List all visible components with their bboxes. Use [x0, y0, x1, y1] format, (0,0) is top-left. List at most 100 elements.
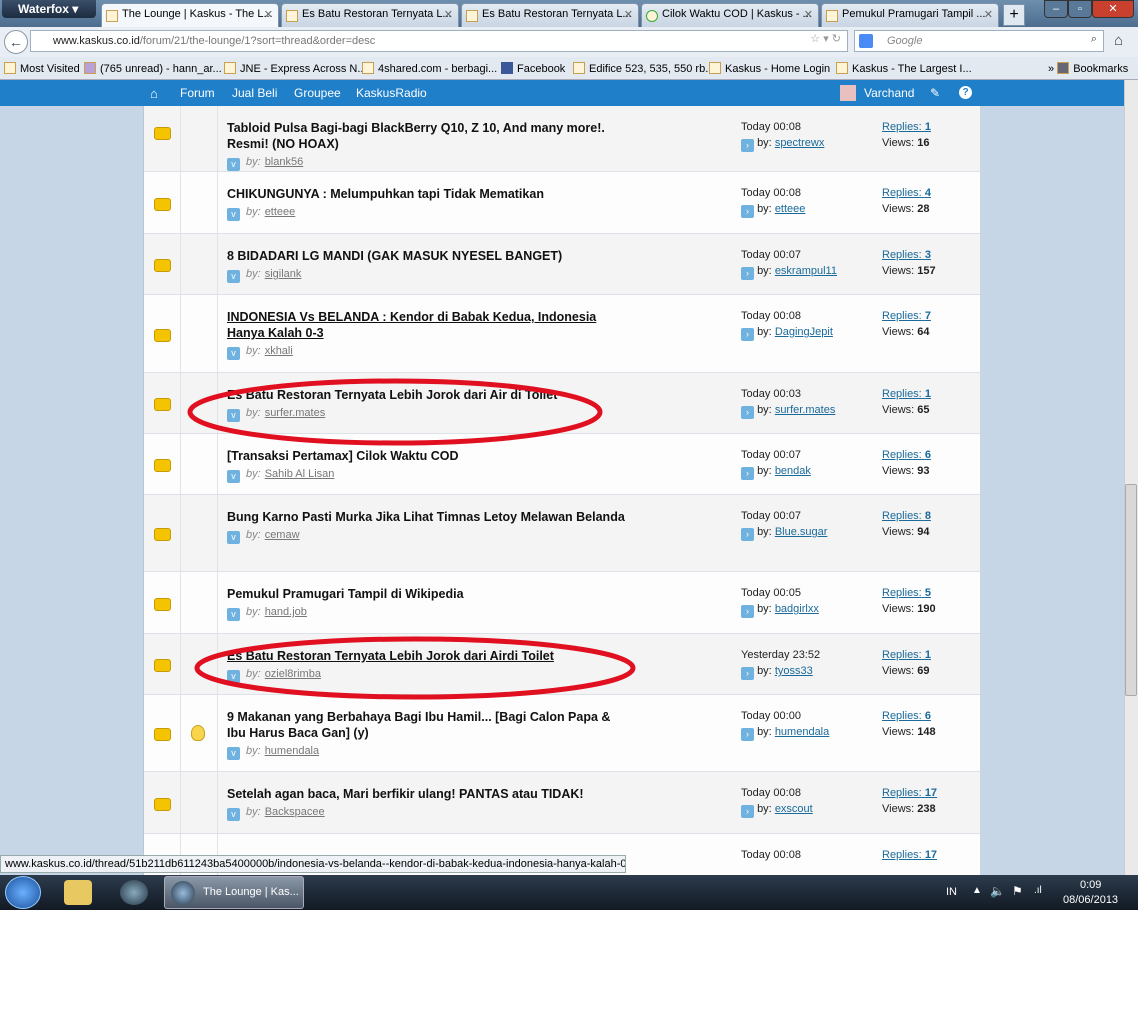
tab-the-lounge[interactable]: The Lounge | Kaskus - The L... ✕	[101, 3, 279, 27]
nav-kaskusradio[interactable]: KaskusRadio	[356, 86, 427, 100]
taskbar-window-the-lounge[interactable]: The Lounge | Kas...	[164, 876, 304, 909]
last-poster-link[interactable]: tyoss33	[775, 665, 813, 677]
bookmark-most-visited[interactable]: Most Visited	[4, 62, 80, 75]
replies-link[interactable]: Replies: 6	[882, 449, 931, 461]
close-tab-icon[interactable]: ✕	[984, 8, 993, 21]
author-link[interactable]: Backspacee	[265, 806, 325, 818]
replies-link[interactable]: Replies: 6	[882, 710, 931, 722]
back-button[interactable]: ←	[4, 30, 28, 54]
last-poster-link[interactable]: exscout	[775, 803, 813, 815]
last-poster-link[interactable]: etteee	[775, 203, 806, 215]
thread-title-link[interactable]: Bung Karno Pasti Murka Jika Lihat Timnas…	[227, 509, 627, 525]
thread-title-link[interactable]: Tabloid Pulsa Bagi-bagi BlackBerry Q10, …	[227, 120, 627, 152]
url-bar[interactable]: www.kaskus.co.id/forum/21/the-lounge/1?s…	[30, 30, 848, 52]
search-icon[interactable]: ⌕	[1091, 33, 1097, 46]
nav-forum[interactable]: Forum	[180, 86, 215, 100]
last-poster-link[interactable]: Blue.sugar	[775, 526, 828, 538]
replies-link[interactable]: Replies: 1	[882, 388, 931, 400]
replies-link[interactable]: Replies: 3	[882, 249, 931, 261]
author-link[interactable]: hand.job	[265, 606, 307, 618]
go-to-post-icon[interactable]: ›	[741, 328, 754, 341]
replies-link[interactable]: Replies: 5	[882, 587, 931, 599]
close-tab-icon[interactable]: ✕	[264, 8, 273, 21]
author-link[interactable]: humendala	[265, 745, 319, 757]
search-input[interactable]: Google ⌕	[854, 30, 1104, 52]
author-link[interactable]: sigilank	[265, 268, 302, 280]
close-tab-icon[interactable]: ✕	[804, 8, 813, 21]
action-center-flag-icon[interactable]: ⚑	[1012, 884, 1023, 898]
tab-cilok[interactable]: Cilok Waktu COD | Kaskus - ... ✕	[641, 3, 819, 27]
user-name[interactable]: Varchand	[864, 86, 914, 100]
thread-title-link[interactable]: Es Batu Restoran Ternyata Lebih Jorok da…	[227, 648, 627, 664]
app-menu-button[interactable]: Waterfox ▾	[2, 0, 96, 18]
last-poster-link[interactable]: humendala	[775, 726, 829, 738]
waterfox-icon[interactable]	[120, 880, 148, 905]
explorer-icon[interactable]	[64, 880, 92, 905]
bookmark-mail[interactable]: (765 unread) - hann_ar...	[84, 62, 222, 75]
show-hidden-icons[interactable]: ▲	[972, 885, 982, 896]
last-poster-link[interactable]: badgirlxx	[775, 603, 819, 615]
expand-icon[interactable]: v	[227, 531, 240, 544]
author-link[interactable]: cemaw	[265, 529, 300, 541]
go-to-post-icon[interactable]: ›	[741, 205, 754, 218]
start-button[interactable]	[5, 876, 41, 909]
replies-link[interactable]: Replies: 17	[882, 787, 937, 799]
replies-link[interactable]: Replies: 1	[882, 649, 931, 661]
bookmark-jne[interactable]: JNE - Express Across N...	[224, 62, 367, 75]
tab-pemukul[interactable]: Pemukul Pramugari Tampil ... ✕	[821, 3, 999, 27]
expand-icon[interactable]: v	[227, 158, 240, 171]
bookmark-edifice[interactable]: Edifice 523, 535, 550 rb...	[573, 62, 714, 75]
minimize-button[interactable]: –	[1044, 0, 1068, 18]
bookmark-kaskus-largest[interactable]: Kaskus - The Largest I...	[836, 62, 972, 75]
thread-title-link[interactable]: INDONESIA Vs BELANDA : Kendor di Babak K…	[227, 309, 627, 341]
expand-icon[interactable]: v	[227, 347, 240, 360]
expand-icon[interactable]: v	[227, 747, 240, 760]
last-poster-link[interactable]: eskrampul11	[775, 265, 837, 277]
user-avatar[interactable]	[840, 85, 856, 101]
expand-icon[interactable]: v	[227, 270, 240, 283]
close-tab-icon[interactable]: ✕	[444, 8, 453, 21]
volume-icon[interactable]: 🔈	[990, 884, 1005, 898]
last-poster-link[interactable]: spectrewx	[775, 137, 825, 149]
thread-title-link[interactable]: CHIKUNGUNYA : Melumpuhkan tapi Tidak Mem…	[227, 186, 627, 202]
go-to-post-icon[interactable]: ›	[741, 406, 754, 419]
clock-date[interactable]: 08/06/2013	[1063, 894, 1118, 906]
thread-title-link[interactable]: Setelah agan baca, Mari berfikir ulang! …	[227, 786, 627, 802]
help-icon[interactable]: ?	[959, 86, 972, 99]
replies-link[interactable]: Replies: 17	[882, 849, 937, 861]
home-icon[interactable]: ⌂	[150, 86, 158, 101]
thread-title-link[interactable]: 9 Makanan yang Berbahaya Bagi Ibu Hamil.…	[227, 709, 627, 741]
go-to-post-icon[interactable]: ›	[741, 528, 754, 541]
last-poster-link[interactable]: surfer.mates	[775, 404, 836, 416]
thread-title-link[interactable]: [Transaksi Pertamax] Cilok Waktu COD	[227, 448, 627, 464]
go-to-post-icon[interactable]: ›	[741, 467, 754, 480]
bookmark-star-icon[interactable]: ☆ ▾ ↻	[810, 32, 841, 45]
scrollbar-thumb[interactable]	[1125, 484, 1137, 696]
replies-link[interactable]: Replies: 4	[882, 187, 931, 199]
expand-icon[interactable]: v	[227, 470, 240, 483]
author-link[interactable]: etteee	[265, 206, 296, 218]
replies-link[interactable]: Replies: 7	[882, 310, 931, 322]
nav-groupee[interactable]: Groupee	[294, 86, 341, 100]
expand-icon[interactable]: v	[227, 608, 240, 621]
replies-link[interactable]: Replies: 1	[882, 121, 931, 133]
author-link[interactable]: oziel8rimba	[265, 668, 321, 680]
new-tab-button[interactable]: +	[1003, 4, 1025, 26]
nav-jual-beli[interactable]: Jual Beli	[232, 86, 277, 100]
bookmark-facebook[interactable]: Facebook	[501, 62, 565, 75]
home-icon[interactable]: ⌂	[1114, 32, 1123, 49]
network-icon[interactable]: .ıl	[1034, 885, 1042, 896]
tab-es-batu-2[interactable]: Es Batu Restoran Ternyata L... ✕	[461, 3, 639, 27]
thread-title-link[interactable]: Pemukul Pramugari Tampil di Wikipedia	[227, 586, 627, 602]
last-poster-link[interactable]: DagingJepit	[775, 326, 833, 338]
expand-icon[interactable]: v	[227, 670, 240, 683]
last-poster-link[interactable]: bendak	[775, 465, 811, 477]
edit-icon[interactable]: ✎	[930, 86, 940, 100]
go-to-post-icon[interactable]: ›	[741, 805, 754, 818]
author-link[interactable]: Sahib Al Lisan	[265, 468, 335, 480]
bookmark-4shared[interactable]: 4shared.com - berbagi...	[362, 62, 497, 75]
go-to-post-icon[interactable]: ›	[741, 605, 754, 618]
scrollbar[interactable]	[1124, 80, 1138, 875]
language-indicator[interactable]: IN	[946, 886, 957, 898]
go-to-post-icon[interactable]: ›	[741, 667, 754, 680]
